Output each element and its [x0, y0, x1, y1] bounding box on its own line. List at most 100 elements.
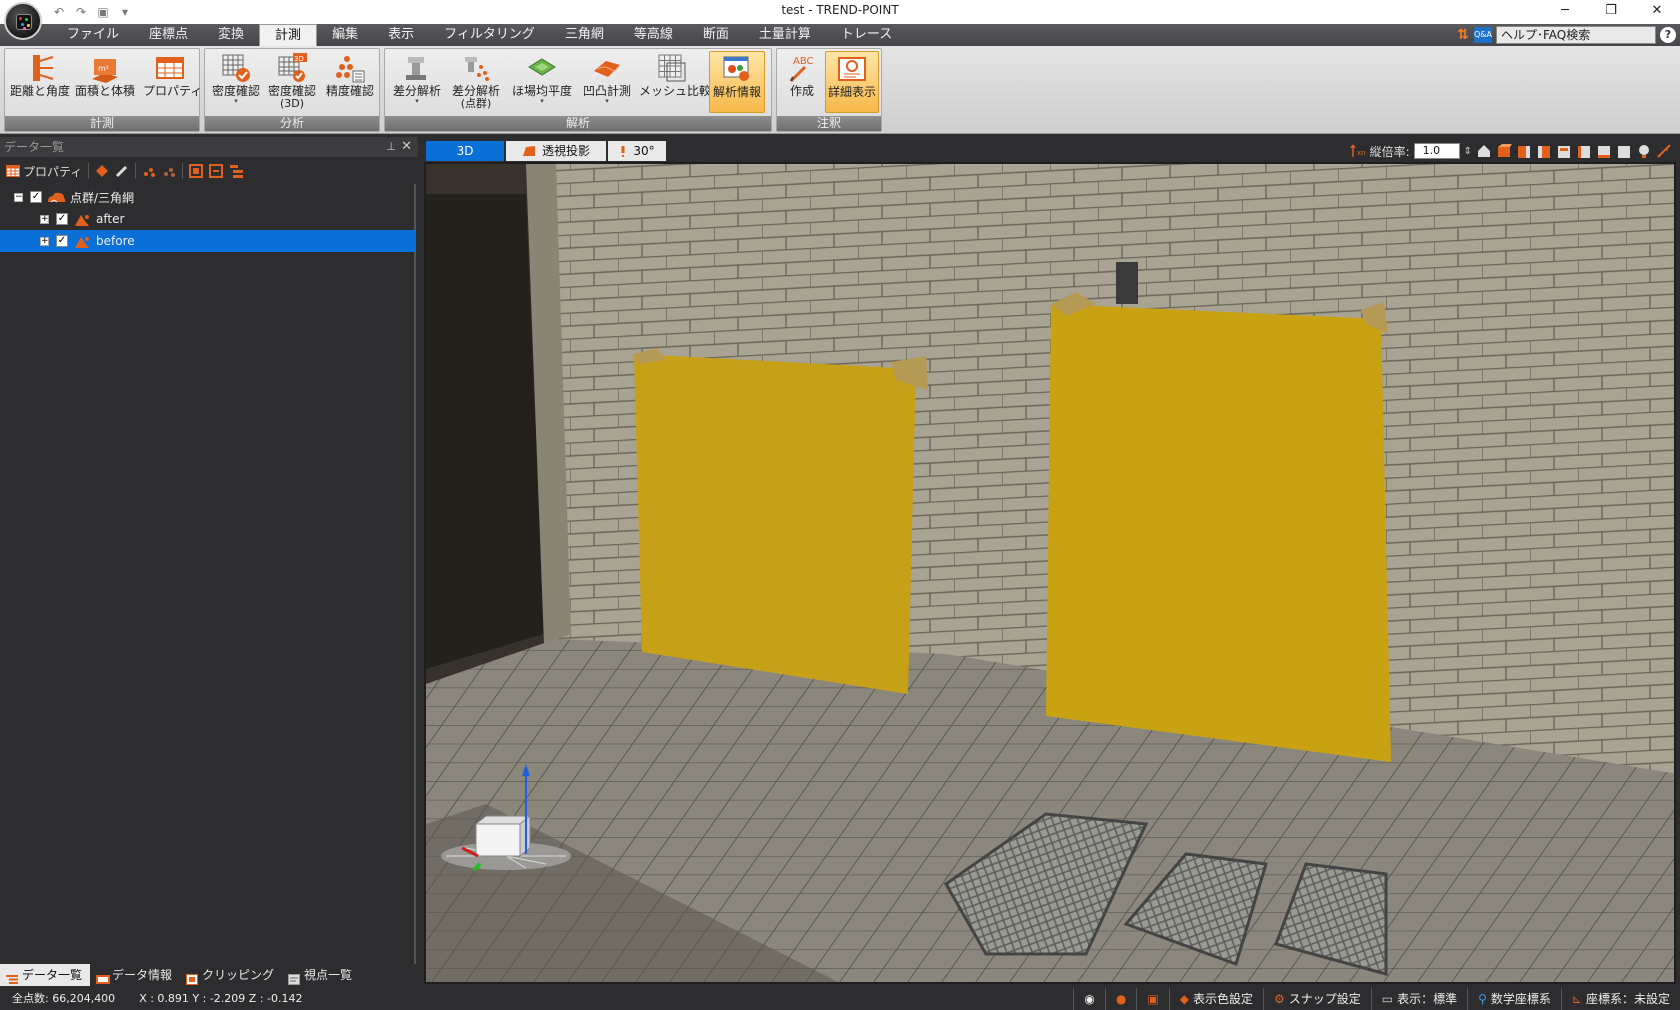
angle-icon [621, 146, 625, 157]
view-back-icon[interactable] [1556, 143, 1572, 159]
measure-tool-icon[interactable] [1656, 143, 1672, 159]
menu-tab-10[interactable]: 土量計算 [744, 24, 826, 46]
ribbon-group-analysis2: 差分解析 ▾ 差分解析 (点群) ほ場均平度 ▾ 凹凸計測 ▾ メッシュ比較 解… [384, 48, 772, 132]
tree-node-label: 点群/三角網 [70, 190, 135, 205]
pointer-icon[interactable]: ● [1104, 988, 1136, 1010]
color-fill-icon[interactable] [95, 162, 109, 180]
menu-tab-0[interactable]: ファイル [52, 24, 134, 46]
density-check-3d-button[interactable]: 3D 密度確認 (3D) [265, 51, 319, 113]
points-icon[interactable] [142, 162, 156, 180]
camera-icon[interactable]: ▣ [1136, 988, 1168, 1010]
spinner-icon[interactable]: ⇕ [1464, 146, 1472, 157]
panel-bottom-tabs: データ一覧 データ情報 クリッピング 視点一覧 [0, 964, 418, 986]
tree-node-after[interactable]: + ✓ after [0, 208, 416, 230]
panel-close-icon[interactable]: ✕ [401, 137, 412, 157]
svg-text:xn: xn [1357, 149, 1366, 157]
menu-tab-1[interactable]: 座標点 [134, 24, 203, 46]
view-bottom-icon[interactable] [1596, 143, 1612, 159]
distance-angle-button[interactable]: 距離と角度 [9, 51, 71, 113]
vertical-scale-input[interactable]: 1.0 [1413, 143, 1460, 159]
brush-icon[interactable] [115, 162, 129, 180]
collapse-all-icon[interactable] [209, 162, 224, 180]
light-bulb-icon[interactable] [1636, 143, 1652, 159]
tab-data-list[interactable]: データ一覧 [0, 964, 91, 986]
tree-node-root[interactable]: − ✓ 点群/三角網 [0, 186, 416, 208]
menu-tab-4[interactable]: 編集 [317, 24, 373, 46]
diff-analysis-points-button[interactable]: 差分解析 (点群) [447, 51, 505, 113]
expand-icon[interactable]: + [40, 236, 49, 246]
ribbon-group-label: 解析 [385, 116, 771, 131]
bump-measure-button[interactable]: 凹凸計測 ▾ [577, 51, 637, 113]
collapse-icon[interactable]: − [14, 192, 23, 202]
mesh-compare-button[interactable]: メッシュ比較 [639, 51, 711, 113]
checkbox[interactable]: ✓ [30, 191, 42, 203]
close-button[interactable]: ✕ [1634, 0, 1680, 24]
undo-icon[interactable]: ↶ [50, 4, 68, 20]
viewpoint-icon [288, 970, 301, 985]
tab-viewpoints[interactable]: 視点一覧 [282, 964, 360, 986]
help-search-input[interactable]: ヘルプ･FAQ検索 [1496, 26, 1656, 44]
tab-angle[interactable]: 30° [608, 141, 666, 161]
dropdown-caret-icon: ▾ [605, 97, 609, 105]
tab-clipping[interactable]: クリッピング [180, 964, 282, 986]
view-right-icon[interactable] [1536, 143, 1552, 159]
view-front-icon[interactable] [1516, 143, 1532, 159]
detail-view-button[interactable]: 詳細表示 [825, 51, 879, 113]
save-icon[interactable]: ▣ [94, 4, 112, 20]
snap-settings-button[interactable]: ⚙ スナップ設定 [1262, 988, 1371, 1010]
menu-tab-5[interactable]: 表示 [373, 24, 429, 46]
menu-tab-2[interactable]: 変換 [203, 24, 259, 46]
tree-node-before[interactable]: + ✓ before [0, 230, 416, 252]
density-check-button[interactable]: 密度確認 ▾ [209, 51, 263, 113]
area-volume-button[interactable]: m² 面積と体積 [73, 51, 137, 113]
menu-tab-3[interactable]: 計測 [259, 24, 318, 46]
table-icon [155, 53, 185, 83]
expand-all-icon[interactable] [189, 162, 204, 180]
display-color-button[interactable]: ◆ 表示色設定 [1168, 988, 1263, 1010]
checkbox[interactable]: ✓ [56, 235, 68, 247]
qa-icon[interactable]: Q&A [1474, 27, 1492, 43]
menu-tab-6[interactable]: フィルタリング [429, 24, 550, 46]
point-cloud-icon [72, 234, 92, 248]
accuracy-icon [335, 53, 365, 83]
math-coord-button[interactable]: ⚲ 数学座標系 [1467, 988, 1561, 1010]
redo-icon[interactable]: ↷ [72, 4, 90, 20]
minimize-button[interactable]: ─ [1542, 0, 1588, 24]
qat-dropdown-icon[interactable]: ▾ [116, 4, 134, 20]
menu-tab-9[interactable]: 断面 [688, 24, 744, 46]
view-iso-icon[interactable] [1616, 143, 1632, 159]
hierarchy-icon[interactable] [229, 162, 245, 180]
restore-button[interactable]: ❐ [1588, 0, 1634, 24]
panel-property-button[interactable]: プロパティ [6, 162, 82, 180]
points-dim-icon[interactable] [162, 162, 176, 180]
status-right: ◉ ● ▣ ◆ 表示色設定 ⚙ スナップ設定 ▭ 表示：標準 ⚲ 数学座標系 ⊾ 座標系：… [1073, 988, 1680, 1010]
menu-tab-7[interactable]: 三角網 [550, 24, 619, 46]
tab-3d[interactable]: 3D [426, 141, 504, 161]
help-icon[interactable]: ? [1660, 27, 1676, 43]
tab-data-info[interactable]: データ情報 [90, 964, 180, 986]
accuracy-check-button[interactable]: 精度確認 [323, 51, 377, 113]
ribbon-group-analysis: 密度確認 ▾ 3D 密度確認 (3D) 精度確認 分析 [204, 48, 380, 132]
ribbon-group-label: 分析 [205, 116, 379, 131]
menu-tab-8[interactable]: 等高線 [619, 24, 688, 46]
tab-perspective[interactable]: 透視投影 [506, 141, 606, 161]
view-top-icon[interactable] [1496, 143, 1512, 159]
expand-icon[interactable]: + [40, 214, 49, 224]
home-view-icon[interactable] [1476, 143, 1492, 159]
point-cloud-viewport[interactable] [424, 162, 1676, 984]
diff-analysis-button[interactable]: 差分解析 ▾ [389, 51, 445, 113]
view-left-icon[interactable] [1576, 143, 1592, 159]
pin-icon[interactable]: ⊥ [386, 137, 396, 157]
analysis-info-button[interactable]: 解析情報 [709, 51, 765, 113]
field-leveling-button[interactable]: ほ場均平度 ▾ [509, 51, 575, 113]
eye-icon[interactable]: ◉ [1073, 988, 1104, 1010]
annotation-create-button[interactable]: ABC 作成 [781, 51, 823, 113]
menu-tab-11[interactable]: トレース [826, 24, 907, 46]
sort-icon[interactable]: ⇅ [1456, 27, 1470, 43]
checkbox[interactable]: ✓ [56, 213, 68, 225]
property-button[interactable]: プロパティ [143, 51, 202, 113]
coord-system-button[interactable]: ⊾ 座標系：未設定 [1560, 988, 1680, 1010]
display-mode-button[interactable]: ▭ 表示：標準 [1370, 988, 1467, 1010]
table-icon [6, 165, 20, 177]
app-menu-button[interactable] [4, 2, 42, 40]
